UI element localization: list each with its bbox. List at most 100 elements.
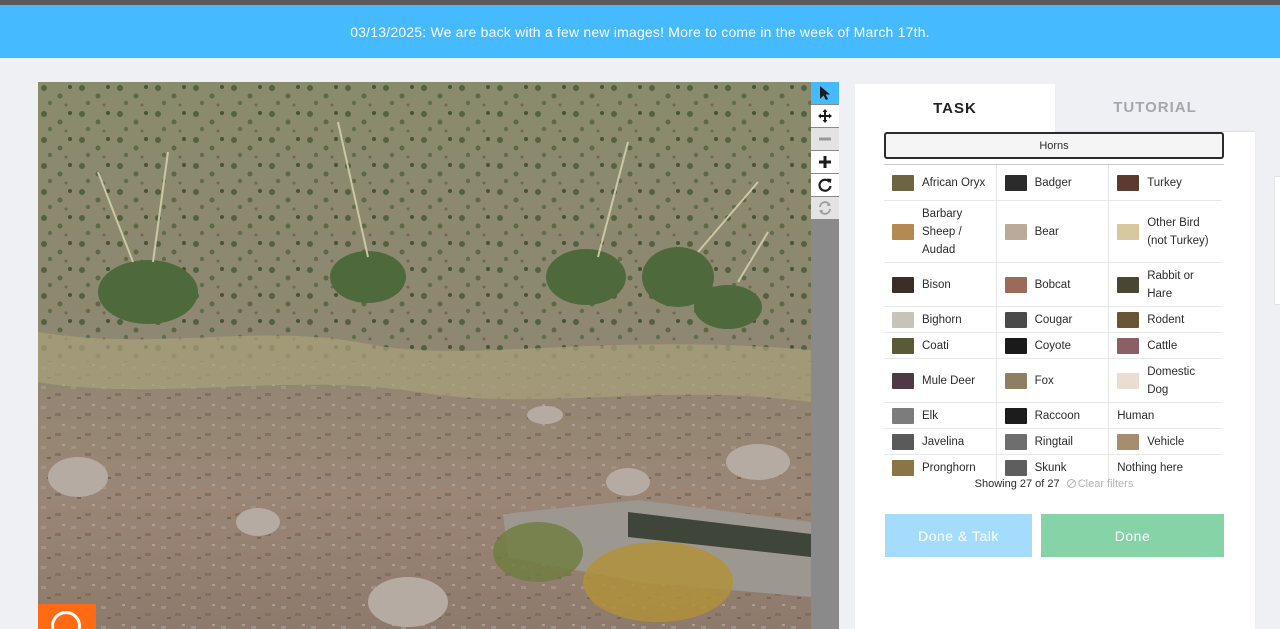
species-choice-human[interactable]: Human [1109, 403, 1222, 428]
partner-logo [38, 604, 96, 629]
bear-thumbnail [1004, 223, 1027, 240]
showing-count: Showing 27 of 27 [974, 478, 1060, 490]
species-label: Barbary Sheep / Audad [922, 207, 963, 256]
species-choice-barbary-sheep[interactable]: Barbary Sheep / Audad [884, 201, 997, 262]
horns-filter-button[interactable]: Horns [884, 132, 1224, 159]
subject-image[interactable] [38, 82, 811, 629]
species-label: Mule Deer [922, 374, 976, 387]
species-choice-javelina[interactable]: Javelina [884, 429, 997, 454]
done-and-talk-button[interactable]: Done & Talk [885, 514, 1032, 557]
species-row: Bison Bobcat Rabbit or Hare [884, 263, 1222, 307]
bighorn-thumbnail [892, 311, 914, 328]
zoom-out-icon [819, 137, 831, 141]
species-choice-ringtail[interactable]: Ringtail [997, 429, 1110, 454]
pan-tool-button[interactable] [811, 105, 839, 127]
species-grid: African Oryx Badger Turkey Barbary Sheep… [884, 165, 1222, 481]
tab-tutorial[interactable]: TUTORIAL [1055, 84, 1255, 132]
turkey-thumbnail [1117, 174, 1140, 191]
side-drawer-tab[interactable] [1274, 176, 1280, 305]
domestic-dog-thumbnail [1117, 372, 1140, 389]
zoom-in-icon [819, 156, 831, 168]
species-choice-african-oryx[interactable]: African Oryx [884, 165, 997, 200]
species-choice-rabbit-or-hare[interactable]: Rabbit or Hare [1109, 263, 1222, 306]
vehicle-thumbnail [1117, 433, 1140, 450]
species-choice-turkey[interactable]: Turkey [1109, 165, 1222, 200]
species-choice-other-bird[interactable]: Other Bird (not Turkey) [1109, 201, 1222, 262]
subject-viewer[interactable] [38, 82, 811, 629]
species-choice-bobcat[interactable]: Bobcat [997, 263, 1110, 306]
species-choice-coyote[interactable]: Coyote [997, 333, 1110, 358]
reset-button[interactable] [811, 197, 839, 219]
species-row: Coati Coyote Cattle [884, 333, 1222, 359]
task-panel: TASK TUTORIAL Horns African Oryx Badger … [855, 84, 1255, 629]
pronghorn-thumbnail [892, 460, 914, 476]
announcement-text: 03/13/2025: We are back with a few new i… [350, 23, 930, 40]
species-choice-cattle[interactable]: Cattle [1109, 333, 1222, 358]
coati-thumbnail [892, 337, 914, 354]
barbary-sheep-thumbnail [892, 223, 914, 240]
species-label: Badger [1034, 176, 1072, 189]
species-choice-vehicle[interactable]: Vehicle [1109, 429, 1222, 454]
species-label: Ringtail [1034, 435, 1073, 448]
species-label: Human [1117, 409, 1155, 422]
bobcat-thumbnail [1004, 276, 1027, 293]
species-label: Vehicle [1147, 435, 1185, 448]
cougar-thumbnail [1004, 311, 1027, 328]
species-label: Bear [1034, 225, 1059, 238]
species-row: Elk Raccoon Human [884, 403, 1222, 429]
other-bird-thumbnail [1117, 223, 1140, 240]
species-label: Bison [922, 278, 951, 291]
species-label: Rabbit or Hare [1147, 269, 1194, 300]
species-label: Skunk [1034, 462, 1067, 474]
tab-task[interactable]: TASK [855, 84, 1055, 132]
skunk-thumbnail [1004, 460, 1027, 476]
species-choice-bear[interactable]: Bear [997, 201, 1110, 262]
species-label: Coati [922, 339, 949, 352]
species-choice-elk[interactable]: Elk [884, 403, 997, 428]
species-label: African Oryx [922, 176, 986, 189]
african-oryx-thumbnail [892, 174, 914, 191]
announcement-banner: 03/13/2025: We are back with a few new i… [0, 5, 1280, 58]
species-choice-badger[interactable]: Badger [997, 165, 1110, 200]
zoom-out-button[interactable] [811, 128, 839, 150]
pointer-tool-button[interactable] [811, 82, 839, 104]
raccoon-thumbnail [1004, 407, 1027, 424]
done-button[interactable]: Done [1041, 514, 1224, 557]
reset-icon [819, 201, 831, 215]
coyote-thumbnail [1004, 337, 1027, 354]
zoom-in-button[interactable] [811, 151, 839, 173]
species-choice-rodent[interactable]: Rodent [1109, 307, 1222, 332]
species-choice-domestic-dog[interactable]: Domestic Dog [1109, 359, 1222, 402]
species-choice-cougar[interactable]: Cougar [997, 307, 1110, 332]
species-choice-mule-deer[interactable]: Mule Deer [884, 359, 997, 402]
species-choice-fox[interactable]: Fox [997, 359, 1110, 402]
species-label: Raccoon [1034, 409, 1080, 422]
species-label: Pronghorn [922, 462, 976, 474]
mule-deer-thumbnail [892, 372, 914, 389]
filter-status: Showing 27 of 27 Clear filters [884, 478, 1224, 490]
pointer-icon [820, 86, 830, 100]
elk-thumbnail [892, 407, 914, 424]
species-choice-raccoon[interactable]: Raccoon [997, 403, 1110, 428]
species-label: Elk [922, 409, 938, 422]
clear-filters-link[interactable]: Clear filters [1066, 478, 1134, 490]
rabbit-thumbnail [1117, 276, 1140, 293]
rodent-thumbnail [1117, 311, 1140, 328]
rotate-button[interactable] [811, 174, 839, 196]
species-row: Barbary Sheep / Audad Bear Other Bird (n… [884, 201, 1222, 263]
species-label: Cougar [1034, 313, 1073, 326]
task-tabs: TASK TUTORIAL [855, 84, 1255, 132]
species-choice-coati[interactable]: Coati [884, 333, 997, 358]
cattle-thumbnail [1117, 337, 1140, 354]
species-label: Nothing here [1117, 462, 1184, 474]
rotate-icon [818, 178, 832, 192]
pan-icon [818, 109, 832, 123]
species-row: Mule Deer Fox Domestic Dog [884, 359, 1222, 403]
species-choice-bighorn[interactable]: Bighorn [884, 307, 997, 332]
species-row: African Oryx Badger Turkey [884, 165, 1222, 201]
species-label: Domestic Dog [1147, 365, 1196, 396]
clear-filters-label: Clear filters [1077, 478, 1134, 490]
species-label: Other Bird (not Turkey) [1147, 216, 1209, 247]
species-choice-bison[interactable]: Bison [884, 263, 997, 306]
viewer-toolbar [811, 82, 839, 629]
